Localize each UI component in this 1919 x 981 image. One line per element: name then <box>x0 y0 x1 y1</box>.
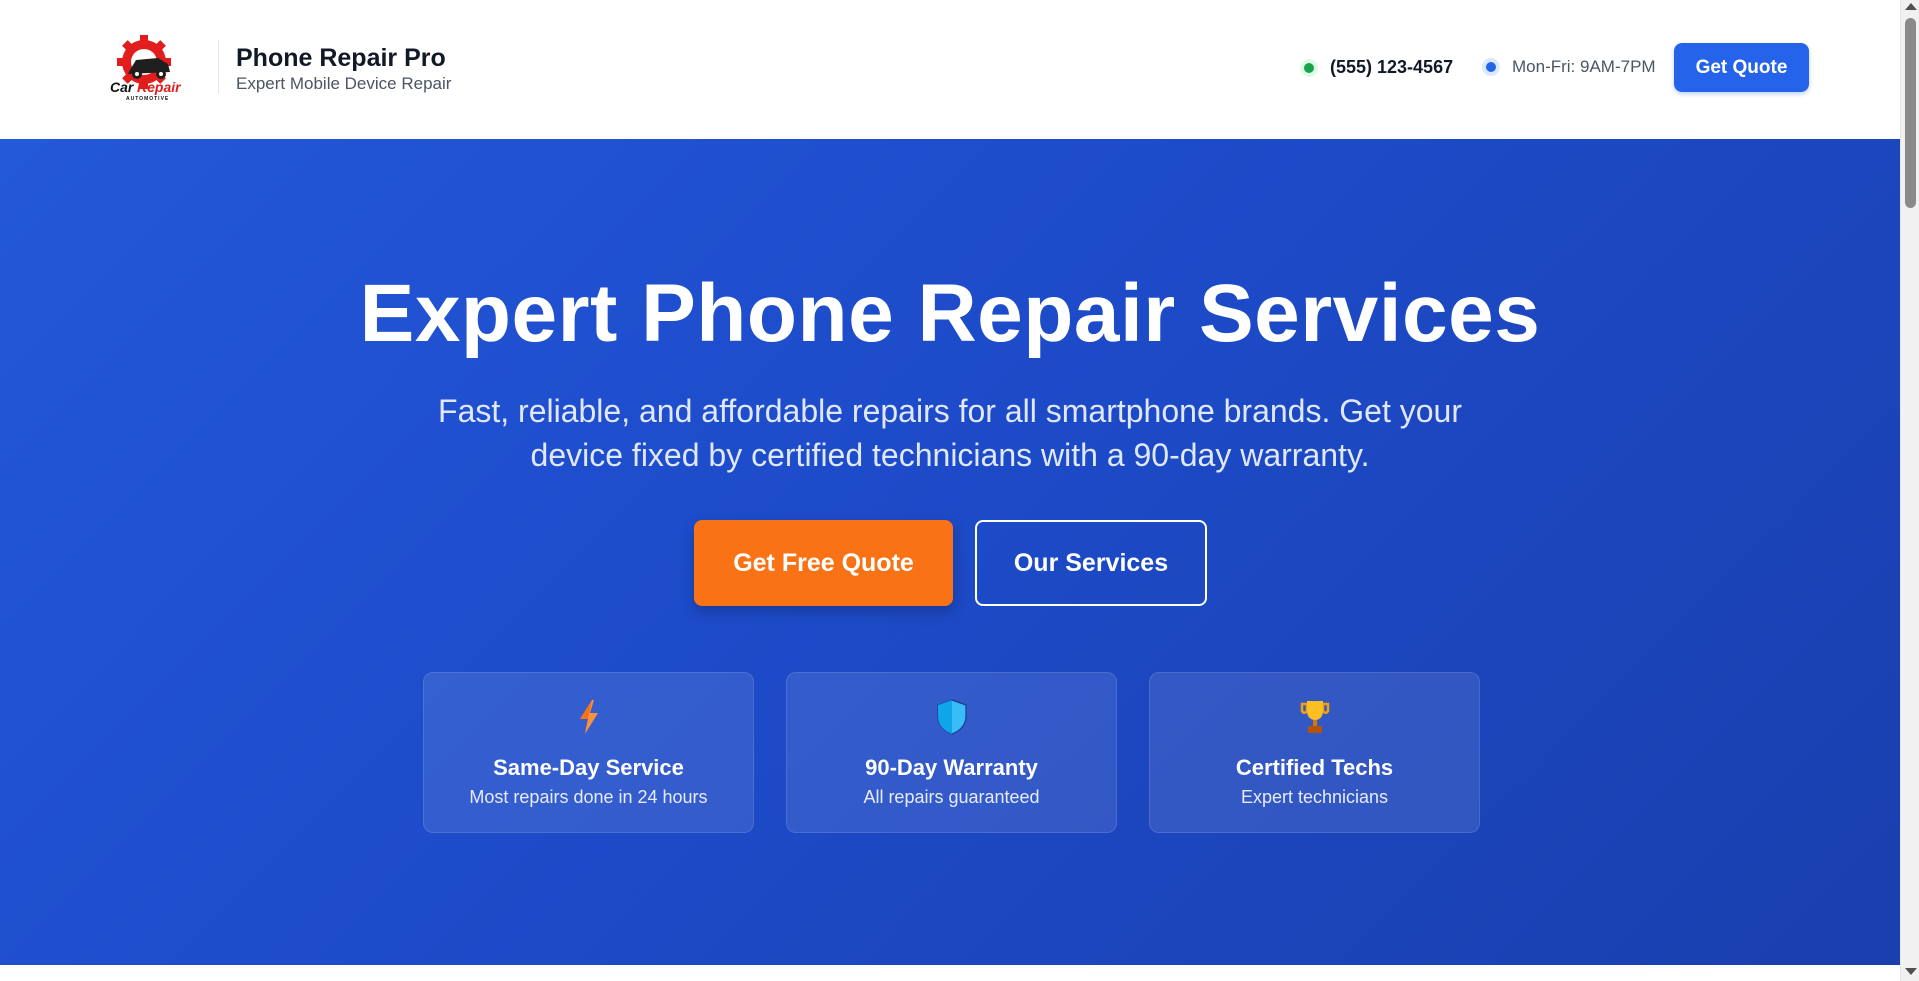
hero-section: Expert Phone Repair Services Fast, relia… <box>0 139 1900 965</box>
feature-description: Most repairs done in 24 hours <box>469 787 708 807</box>
feature-cards: Same-Day Service Most repairs done in 24… <box>423 672 1480 833</box>
feature-title: Same-Day Service <box>493 755 684 780</box>
feature-card-certified: Certified Techs Expert technicians <box>1149 672 1480 833</box>
feature-title: Certified Techs <box>1235 755 1394 780</box>
brand-subtitle: Expert Mobile Device Repair <box>236 74 452 93</box>
feature-card-warranty: 90-Day Warranty All repairs guaranteed <box>786 672 1117 833</box>
page: Car Repair AUTOMOTIVE Phone Repair Pro E… <box>0 0 1900 981</box>
scroll-up-arrow-icon[interactable] <box>1905 3 1917 10</box>
hero-title: Expert Phone Repair Services <box>359 268 1541 359</box>
get-quote-button[interactable]: Get Quote <box>1674 43 1809 92</box>
shield-icon <box>787 699 1116 735</box>
gear-car-logo-icon: Car Repair AUTOMOTIVE <box>110 35 182 102</box>
feature-description: Expert technicians <box>1240 787 1389 807</box>
get-free-quote-button[interactable]: Get Free Quote <box>694 520 953 606</box>
phone-number: (555) 123-4567 <box>1330 57 1454 77</box>
scrollbar-thumb[interactable] <box>1905 18 1916 208</box>
trophy-icon <box>1150 699 1479 735</box>
lightning-bolt-icon <box>424 699 753 735</box>
hours-text: Mon-Fri: 9AM-7PM <box>1512 57 1656 76</box>
our-services-button[interactable]: Our Services <box>975 520 1207 606</box>
business-hours: Mon-Fri: 9AM-7PM <box>1482 57 1656 77</box>
green-status-dot-icon <box>1300 58 1318 77</box>
brand-title: Phone Repair Pro <box>236 44 446 72</box>
hero-subtitle: Fast, reliable, and affordable repairs f… <box>438 393 1462 473</box>
car-repair-logo[interactable]: Car Repair AUTOMOTIVE <box>108 34 188 102</box>
blue-status-dot-icon <box>1482 58 1500 76</box>
logo-wordmark-car: Car <box>110 79 135 95</box>
logo-wordmark-repair: Repair <box>137 79 182 95</box>
next-section-edge <box>0 965 1900 981</box>
contact-phone[interactable]: (555) 123-4567 <box>1300 57 1453 78</box>
brand-divider <box>218 40 219 94</box>
feature-description: All repairs guaranteed <box>863 787 1040 807</box>
feature-title: 90-Day Warranty <box>865 755 1038 780</box>
logo-tagline: AUTOMOTIVE <box>126 96 169 102</box>
feature-card-same-day: Same-Day Service Most repairs done in 24… <box>423 672 754 833</box>
scroll-down-arrow-icon[interactable] <box>1905 968 1917 975</box>
vertical-scrollbar[interactable] <box>1900 0 1919 981</box>
site-header: Car Repair AUTOMOTIVE Phone Repair Pro E… <box>0 0 1900 139</box>
